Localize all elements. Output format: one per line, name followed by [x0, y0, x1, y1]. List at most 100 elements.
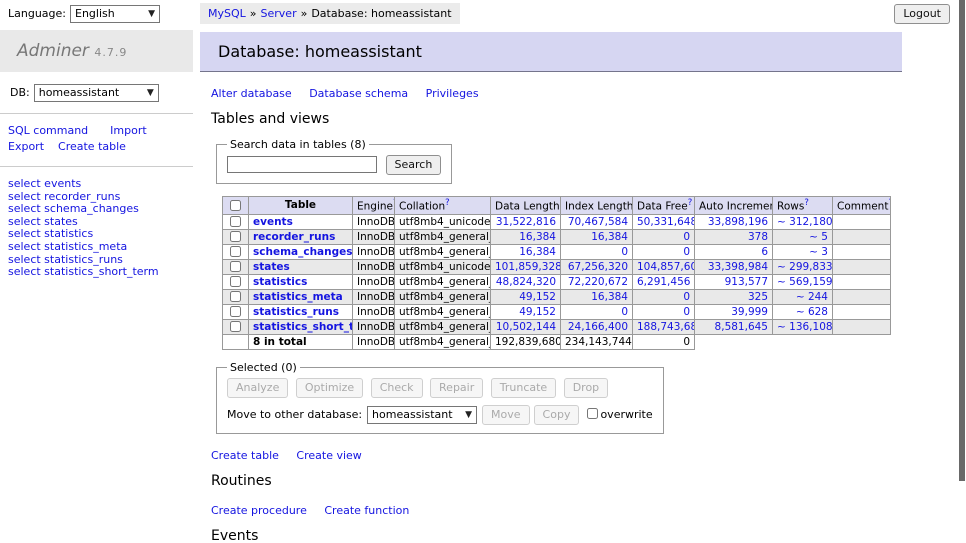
overwrite-checkbox[interactable] [587, 408, 598, 419]
data-free-link[interactable]: 0 [683, 291, 690, 303]
row-checkbox[interactable] [230, 291, 241, 302]
row-checkbox[interactable] [230, 306, 241, 317]
privileges-link[interactable]: Privileges [426, 87, 479, 100]
col-header-index-length: Index Length? [561, 197, 633, 215]
row-checkbox[interactable] [230, 216, 241, 227]
create-table-link[interactable]: Create table [211, 449, 279, 462]
drop-button[interactable]: Drop [564, 378, 608, 398]
rows-count-link[interactable]: ~ 569,159 [777, 276, 833, 288]
auto-increment-link[interactable]: 378 [748, 231, 768, 243]
repair-button[interactable]: Repair [430, 378, 483, 398]
check-button[interactable]: Check [371, 378, 423, 398]
sidebar-create-table-link[interactable]: Create table [58, 140, 126, 153]
row-checkbox[interactable] [230, 276, 241, 287]
logout-button[interactable]: Logout [894, 4, 950, 24]
data-length-link[interactable]: 16,384 [519, 231, 556, 243]
sidebar-export-link[interactable]: Export [8, 140, 44, 153]
create-function-link[interactable]: Create function [324, 504, 409, 517]
search-input[interactable] [227, 156, 377, 173]
data-length-link[interactable]: 49,152 [519, 291, 556, 303]
truncate-button[interactable]: Truncate [491, 378, 556, 398]
data-length-link[interactable]: 49,152 [519, 306, 556, 318]
auto-increment-link[interactable]: 33,898,196 [708, 216, 768, 228]
data-free-link[interactable]: 188,743,680 [637, 321, 695, 333]
index-length-link[interactable]: 70,467,584 [568, 216, 628, 228]
sidebar-table-list: select events select recorder_runs selec… [0, 167, 200, 279]
data-length-link[interactable]: 16,384 [519, 246, 556, 258]
rows-count-link[interactable]: ~ 3 [809, 246, 828, 258]
rows-count-link[interactable]: ~ 312,180 [777, 216, 833, 228]
column-help-link[interactable]: ? [804, 198, 809, 208]
table-link[interactable]: schema_changes [253, 246, 353, 258]
rows-count-link[interactable]: ~ 299,833 [777, 261, 833, 273]
scrollbar-thumb[interactable] [959, 0, 965, 481]
sidebar-import-link[interactable]: Import [110, 124, 147, 137]
rows-count-link[interactable]: ~ 244 [796, 291, 828, 303]
select-all-checkbox[interactable] [230, 200, 241, 211]
column-help-link[interactable]: ? [888, 198, 890, 208]
breadcrumb-mysql-link[interactable]: MySQL [208, 7, 246, 20]
data-free-link[interactable]: 6,291,456 [637, 276, 690, 288]
table-link[interactable]: statistics_short_term [253, 321, 353, 333]
data-length-link[interactable]: 31,522,816 [496, 216, 556, 228]
create-procedure-link[interactable]: Create procedure [211, 504, 307, 517]
auto-increment-link[interactable]: 39,999 [731, 306, 768, 318]
data-free-link[interactable]: 0 [683, 306, 690, 318]
row-checkbox[interactable] [230, 321, 241, 332]
rows-count-link[interactable]: ~ 5 [809, 231, 828, 243]
sidebar-select-schema-changes[interactable]: select schema_changes [8, 203, 200, 216]
database-schema-link[interactable]: Database schema [309, 87, 408, 100]
row-checkbox[interactable] [230, 231, 241, 242]
data-length-link[interactable]: 101,859,328 [495, 261, 561, 273]
column-help-link[interactable]: ? [445, 198, 450, 208]
table-link[interactable]: recorder_runs [253, 231, 335, 243]
optimize-button[interactable]: Optimize [296, 378, 363, 398]
index-length-link[interactable]: 0 [621, 246, 628, 258]
db-select[interactable]: homeassistant▼ [34, 84, 159, 102]
index-length-link[interactable]: 72,220,672 [568, 276, 628, 288]
auto-increment-link[interactable]: 33,398,984 [708, 261, 768, 273]
analyze-button[interactable]: Analyze [227, 378, 288, 398]
sidebar-sql-command-link[interactable]: SQL command [8, 124, 88, 137]
row-checkbox[interactable] [230, 246, 241, 257]
table-link[interactable]: states [253, 261, 290, 273]
index-length-link[interactable]: 67,256,320 [568, 261, 628, 273]
table-link[interactable]: statistics_runs [253, 306, 339, 318]
rows-count-link[interactable]: ~ 136,108 [777, 321, 833, 333]
column-help-link[interactable]: ? [688, 198, 693, 208]
auto-increment-link[interactable]: 913,577 [725, 276, 768, 288]
data-free-link[interactable]: 50,331,648 [637, 216, 695, 228]
data-free-link[interactable]: 0 [683, 231, 690, 243]
search-button[interactable]: Search [386, 155, 442, 175]
move-database-select[interactable]: homeassistant▼ [367, 406, 477, 424]
vertical-scrollbar[interactable] [956, 0, 966, 543]
table-total-row: 8 in total InnoDB utf8mb4_general_ci 192… [223, 334, 891, 349]
data-free-link[interactable]: 0 [683, 246, 690, 258]
auto-increment-link[interactable]: 6 [761, 246, 768, 258]
create-view-link[interactable]: Create view [296, 449, 361, 462]
data-length-link[interactable]: 10,502,144 [496, 321, 556, 333]
auto-increment-link[interactable]: 8,581,645 [715, 321, 768, 333]
table-link[interactable]: statistics_meta [253, 291, 343, 303]
row-checkbox[interactable] [230, 261, 241, 272]
move-to-database-label: Move to other database: [227, 408, 362, 421]
auto-increment-link[interactable]: 325 [748, 291, 768, 303]
index-length-link[interactable]: 0 [621, 306, 628, 318]
data-length-link[interactable]: 48,824,320 [496, 276, 556, 288]
sidebar-select-statistics-meta[interactable]: select statistics_meta [8, 241, 200, 254]
language-select[interactable]: English▼ [70, 5, 160, 23]
table-link[interactable]: statistics [253, 276, 307, 288]
move-button[interactable]: Move [482, 405, 530, 425]
alter-database-link[interactable]: Alter database [211, 87, 292, 100]
sidebar-select-events[interactable]: select events [8, 178, 200, 191]
copy-button[interactable]: Copy [534, 405, 580, 425]
index-length-link[interactable]: 16,384 [591, 231, 628, 243]
index-length-link[interactable]: 24,166,400 [568, 321, 628, 333]
rows-count-link[interactable]: ~ 628 [796, 306, 828, 318]
sidebar-select-statistics-short-term[interactable]: select statistics_short_term [8, 266, 200, 279]
breadcrumb-server-link[interactable]: Server [261, 7, 297, 20]
table-link[interactable]: events [253, 216, 293, 228]
events-heading: Events [211, 528, 902, 543]
data-free-link[interactable]: 104,857,600 [637, 261, 695, 273]
index-length-link[interactable]: 16,384 [591, 291, 628, 303]
